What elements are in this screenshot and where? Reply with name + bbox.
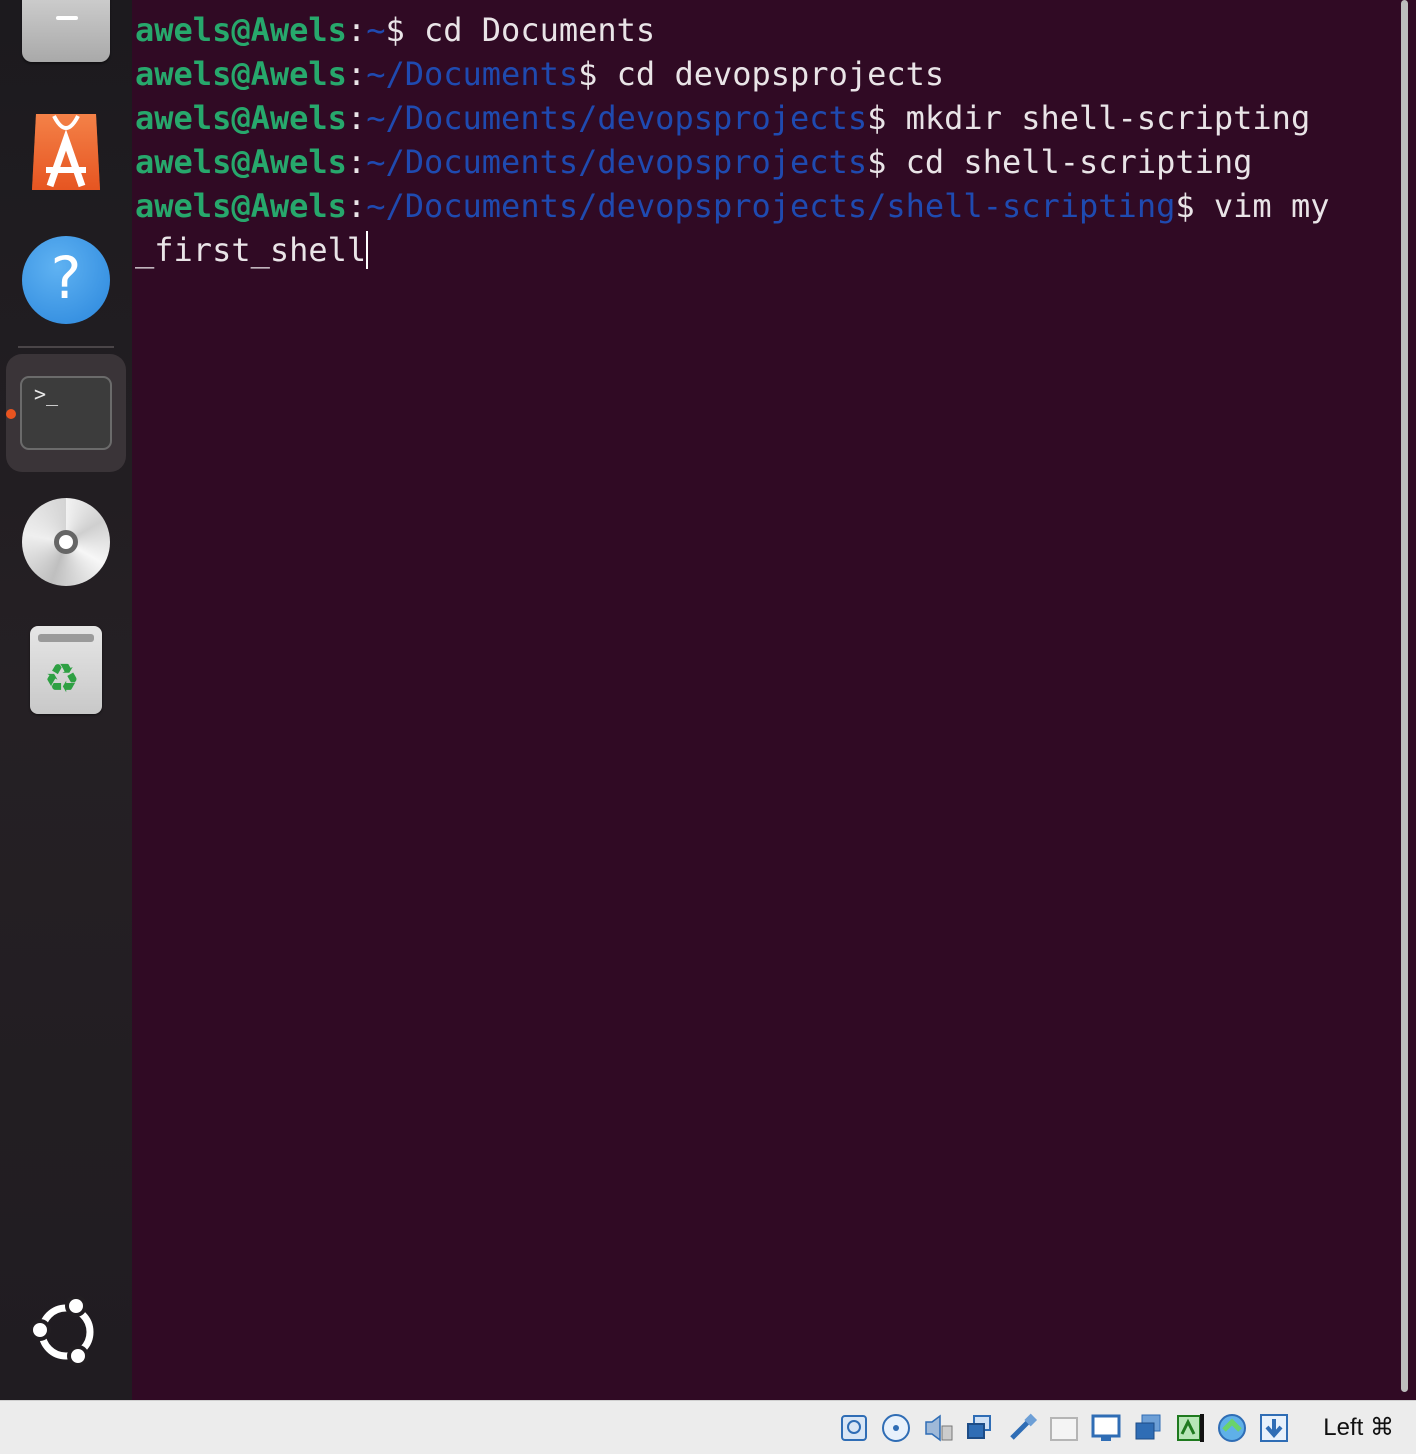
usb-icon[interactable] [1006,1412,1038,1444]
terminal-line: awels@Awels:~/Documents/devopsprojects$ … [135,143,1253,181]
command-text: mkdir shell-scripting [886,99,1311,137]
command-text: cd Documents [404,11,656,49]
command-text: cd devopsprojects [597,55,945,93]
display-icon[interactable] [1090,1412,1122,1444]
command-text: vim my [1194,187,1330,225]
help-icon[interactable]: ? [22,236,110,324]
recording-icon[interactable] [1132,1412,1164,1444]
shared-folder-icon[interactable] [1048,1412,1080,1444]
terminal-line[interactable]: _first_shell [135,228,1376,272]
terminal-line: awels@Awels:~/Documents/devopsprojects/s… [135,187,1330,225]
vm-status-bar: Left ⌘ [0,1400,1416,1454]
text-cursor [366,231,369,269]
prompt-path: ~/Documents/devopsprojects [366,99,868,137]
dock-separator [18,346,114,348]
ubuntu-dock: ? >_ ♻ [0,0,132,1400]
current-input[interactable]: _first_shell [135,231,366,269]
keyboard-capture-icon[interactable] [1258,1412,1290,1444]
terminal-line: awels@Awels:~/Documents$ cd devopsprojec… [135,55,945,93]
prompt-path: ~ [366,11,386,49]
app-center-icon[interactable] [30,110,102,194]
trash-icon[interactable]: ♻ [30,626,102,714]
prompt-path: ~/Documents/devopsprojects [366,143,868,181]
host-key-label: Left ⌘ [1323,1414,1394,1441]
prompt-path: ~/Documents/devopsprojects/shell-scripti… [366,187,1176,225]
terminal-icon[interactable]: >_ [20,376,112,450]
prompt-user-host: awels@Awels [135,99,347,137]
running-indicator [6,409,16,419]
prompt-user-host: awels@Awels [135,143,347,181]
prompt-path: ~/Documents [366,55,579,93]
prompt-user-host: awels@Awels [135,55,347,93]
terminal-dock-item[interactable]: >_ [6,354,126,472]
command-text: cd shell-scripting [886,143,1253,181]
audio-icon[interactable] [922,1412,954,1444]
terminal-window[interactable]: awels@Awels:~$ cd Documents awels@Awels:~… [132,0,1416,1400]
disc-icon[interactable] [22,498,110,586]
network-icon[interactable] [964,1412,996,1444]
prompt-user-host: awels@Awels [135,187,347,225]
optical-drive-icon[interactable] [880,1412,912,1444]
mouse-integration-icon[interactable] [1216,1412,1248,1444]
hard-disk-icon[interactable] [838,1412,870,1444]
terminal-line: awels@Awels:~/Documents/devopsprojects$ … [135,99,1311,137]
files-icon[interactable] [22,0,110,62]
terminal-output: awels@Awels:~$ cd Documents awels@Awels:~… [135,8,1376,272]
cpu-icon[interactable] [1174,1412,1206,1444]
terminal-line: awels@Awels:~$ cd Documents [135,11,656,49]
ubuntu-logo-icon[interactable] [29,1295,102,1368]
terminal-scrollbar[interactable] [1401,0,1408,1392]
prompt-user-host: awels@Awels [135,11,347,49]
